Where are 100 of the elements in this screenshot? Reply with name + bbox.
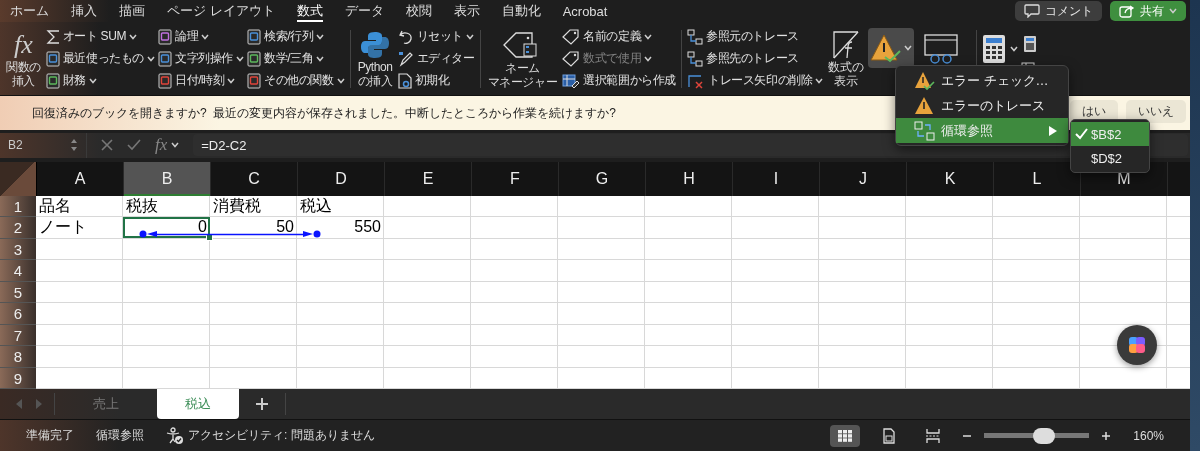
ribbon-button[interactable]: 数学/三角 [247, 49, 345, 68]
ribbon-button[interactable]: 論理 [158, 27, 245, 46]
copilot-button[interactable] [1117, 324, 1157, 365]
calculator-icon[interactable] [1023, 34, 1038, 53]
warning-check-icon [870, 32, 903, 63]
warning-icon [914, 95, 936, 116]
column-header[interactable]: I [733, 161, 820, 196]
ribbon-tab[interactable]: 表示 [453, 0, 480, 22]
row-header[interactable]: 1 [0, 195, 36, 218]
status-text: 循環参照 [96, 427, 144, 445]
select-all-corner[interactable] [0, 161, 37, 196]
table-cell-text: ノート [38, 217, 88, 238]
row-header[interactable]: 5 [0, 281, 36, 304]
ribbon-tab[interactable]: データ [344, 0, 384, 22]
row-header[interactable]: 8 [0, 346, 36, 368]
ribbon-button[interactable]: 初期化 [397, 71, 475, 90]
menu-item[interactable]: 循環参照 [896, 118, 1068, 143]
menu-item[interactable]: エラーのトレース [896, 93, 1068, 118]
checkmark-icon[interactable] [127, 139, 141, 152]
insert-function-button[interactable]: fx 関数の 挿入 [4, 29, 43, 88]
row-header[interactable]: 2 [0, 217, 36, 239]
ribbon-tab[interactable]: Acrobat [562, 0, 608, 22]
normal-view-button[interactable] [830, 424, 861, 447]
zoom-percent: 160% [1133, 428, 1164, 443]
ribbon-button[interactable]: 名前の定義 [562, 27, 677, 46]
ribbon-button[interactable]: 最近使ったもの [45, 49, 155, 68]
comment-button[interactable]: コメント [1015, 1, 1102, 21]
column-header[interactable]: C [211, 161, 298, 196]
ribbon-button[interactable]: 財務 [45, 71, 155, 90]
column-header[interactable]: B [124, 161, 211, 196]
name-manager-button[interactable]: ネーム マネージャー [485, 28, 560, 89]
column-header[interactable]: K [907, 161, 994, 196]
ribbon-button[interactable]: その他の関数 [247, 71, 345, 90]
ribbon-button[interactable]: 参照先のトレース [687, 49, 824, 68]
ribbon-tab[interactable]: ページ レイアウト [167, 0, 275, 22]
slider-thumb[interactable] [1033, 427, 1056, 444]
ribbon-tab[interactable]: ホーム [10, 0, 49, 22]
add-sheet-icon[interactable] [255, 397, 269, 412]
ribbon-button[interactable]: リセット [397, 27, 475, 46]
cancel-icon[interactable] [101, 139, 113, 152]
row-header[interactable]: 7 [0, 324, 36, 347]
book-icon [247, 50, 262, 67]
glasses-window-icon[interactable] [923, 32, 960, 65]
book-icon [247, 72, 262, 89]
caret-icon [171, 142, 180, 149]
caret-icon [89, 77, 97, 84]
ribbon-button[interactable]: 選択範囲から作成 [562, 71, 677, 90]
ribbon-button[interactable]: 文字列操作 [158, 49, 245, 68]
caret-icon [201, 33, 210, 40]
show-formulas-button[interactable]: 数式の 表示 [826, 29, 866, 88]
insert-function-button[interactable]: fx [155, 135, 180, 156]
zoom-in-icon[interactable] [1101, 430, 1112, 441]
ribbon-button[interactable]: オート SUM [45, 27, 155, 46]
menu-item[interactable]: エラー チェック… [896, 68, 1068, 93]
row-header[interactable]: 4 [0, 260, 36, 282]
column-header[interactable]: J [820, 161, 907, 196]
row-header[interactable]: 3 [0, 238, 36, 261]
name-box[interactable]: B2 [0, 132, 87, 158]
ribbon-tab[interactable]: 校閲 [405, 0, 432, 22]
tag-icon [562, 28, 581, 45]
share-button[interactable]: 共有 [1110, 1, 1186, 21]
caret-icon [1010, 45, 1019, 52]
ribbon-button[interactable]: 検索/行列 [247, 27, 345, 46]
row-header[interactable]: 9 [0, 367, 36, 390]
caret-icon [644, 33, 653, 40]
book-icon [158, 72, 172, 89]
trace-icon [687, 28, 704, 45]
book-icon [45, 72, 60, 89]
ribbon-button[interactable]: 日付/時刻 [158, 71, 245, 90]
ribbon-button[interactable]: 参照元のトレース [687, 27, 824, 46]
status-text: 準備完了 [26, 427, 74, 445]
table-cell-text: 品名 [38, 195, 72, 216]
ribbon-button[interactable]: エディター [397, 49, 475, 68]
column-header[interactable]: E [385, 161, 472, 196]
ribbon-button[interactable]: トレース矢印の削除 [687, 71, 824, 90]
warning-check-icon [914, 70, 936, 91]
caret-icon [316, 33, 325, 40]
column-header[interactable]: F [472, 161, 559, 196]
column-header[interactable]: D [298, 161, 385, 196]
table-cell-text: 550 [353, 217, 382, 238]
ribbon-tab[interactable]: 挿入 [71, 0, 97, 22]
error-check-button[interactable] [868, 27, 915, 68]
table-cell-text: 消費税 [212, 195, 262, 216]
page-break-icon [925, 427, 942, 444]
message-button[interactable]: いいえ [1126, 99, 1186, 123]
book-icon [158, 50, 172, 67]
insert-python-button[interactable]: Python の挿入 [355, 29, 395, 88]
ribbon-tab[interactable]: 自動化 [501, 0, 541, 22]
ribbon-tab[interactable]: 数式 [296, 0, 323, 22]
sheet-tab[interactable]: 税込 [157, 389, 239, 420]
menu-item[interactable]: $B$2 [1071, 122, 1149, 146]
column-header[interactable]: H [646, 161, 733, 196]
column-header[interactable]: G [559, 161, 646, 196]
undo-icon [397, 28, 414, 45]
sigma-icon [45, 28, 60, 45]
row-header[interactable]: 6 [0, 303, 36, 325]
ribbon-tab[interactable]: 描画 [119, 0, 145, 22]
calculator-button[interactable] [982, 33, 1019, 64]
grid-icon [838, 429, 853, 442]
table-cell-text: 50 [275, 217, 295, 238]
